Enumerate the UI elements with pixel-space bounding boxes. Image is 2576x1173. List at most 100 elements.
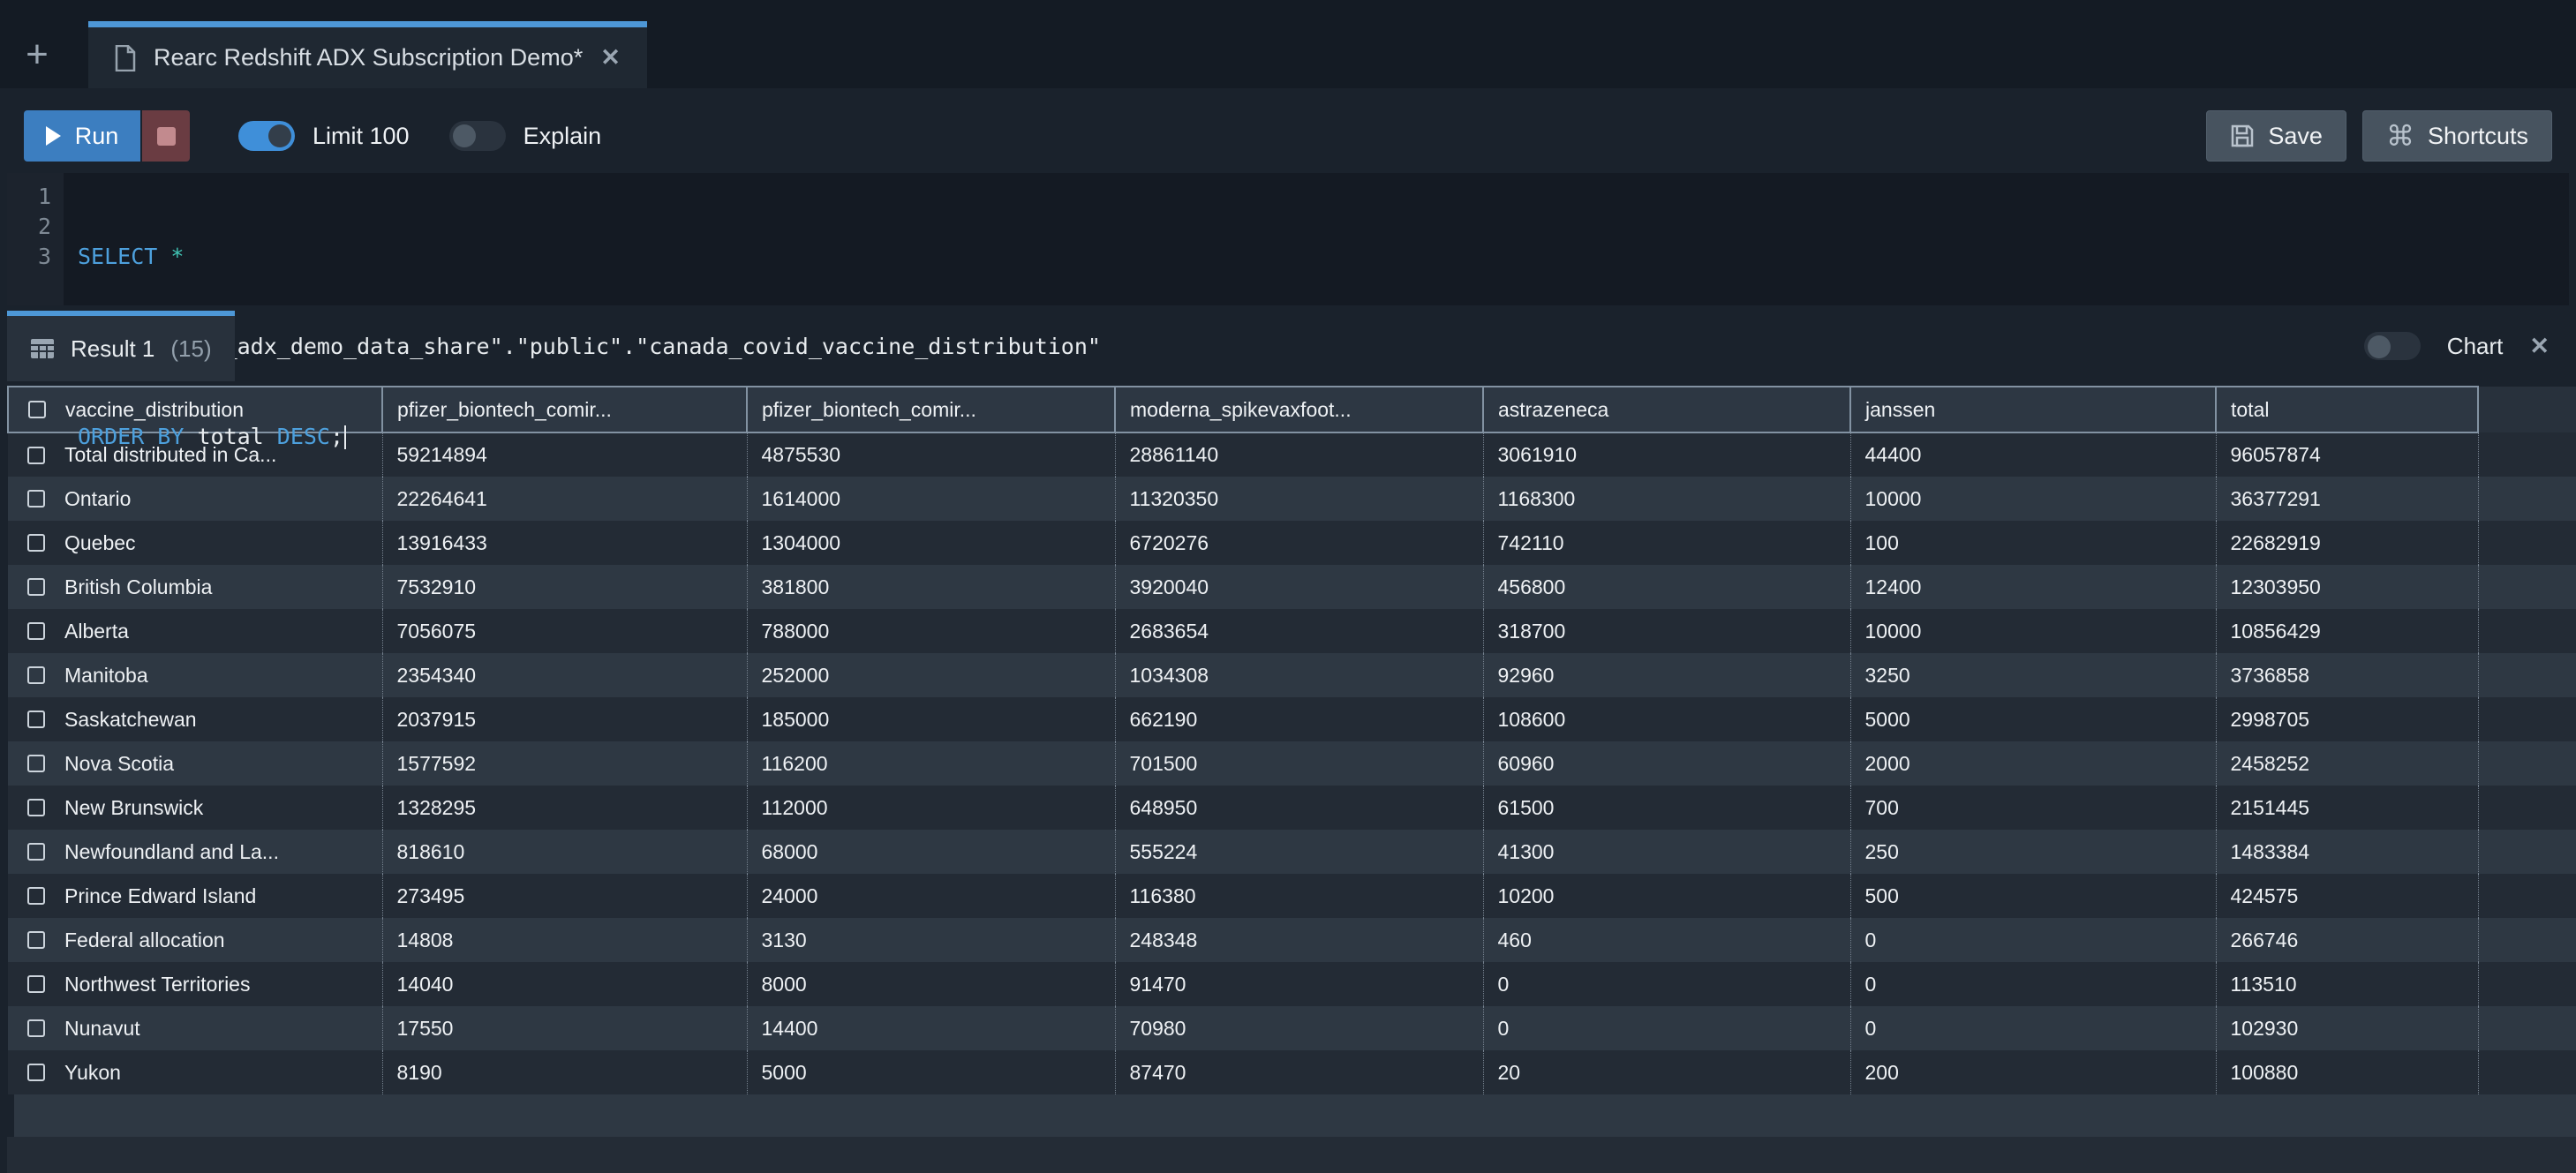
data-cell: 1483384	[2216, 830, 2478, 874]
row-filler	[2478, 1050, 2576, 1094]
data-cell: 2000	[1850, 741, 2216, 786]
chart-toggle[interactable]	[2364, 332, 2421, 360]
data-cell: 100	[1850, 521, 2216, 565]
tab-close-icon[interactable]: ✕	[600, 46, 621, 70]
row-filler	[2478, 697, 2576, 741]
row-filler	[2478, 741, 2576, 786]
sql-code-area[interactable]: SELECT * FROM "rearc_adx_demo_data_share…	[64, 173, 2569, 305]
data-cell: 10856429	[2216, 609, 2478, 653]
data-cell: 2458252	[2216, 741, 2478, 786]
row-name-cell: Saskatchewan	[8, 697, 382, 741]
row-checkbox[interactable]	[27, 843, 45, 861]
text-cursor	[344, 425, 346, 449]
run-button[interactable]: Run	[24, 110, 140, 162]
data-cell: 10000	[1850, 609, 2216, 653]
data-cell: 14808	[382, 918, 747, 962]
data-cell: 3736858	[2216, 653, 2478, 697]
row-checkbox[interactable]	[27, 490, 45, 508]
data-cell: 12303950	[2216, 565, 2478, 609]
row-checkbox[interactable]	[27, 887, 45, 905]
row-name-cell: Alberta	[8, 609, 382, 653]
data-cell: 3130	[747, 918, 1115, 962]
data-cell: 701500	[1115, 741, 1483, 786]
row-checkbox[interactable]	[27, 666, 45, 684]
row-filler	[2478, 521, 2576, 565]
sql-editor[interactable]: 1 2 3 SELECT * FROM "rearc_adx_demo_data…	[7, 173, 2569, 305]
data-cell: 1034308	[1115, 653, 1483, 697]
cell-value: 460	[1498, 929, 1532, 952]
row-name-cell: Newfoundland and La...	[8, 830, 382, 874]
row-name-cell: Yukon	[8, 1050, 382, 1094]
cell-value: 381800	[762, 575, 830, 599]
row-checkbox[interactable]	[27, 447, 45, 464]
shortcuts-label: Shortcuts	[2428, 123, 2528, 150]
cell-value: 61500	[1498, 796, 1555, 820]
cell-value: 318700	[1498, 620, 1566, 643]
cell-value: 12303950	[2231, 575, 2321, 599]
cell-value: 60960	[1498, 752, 1555, 776]
row-checkbox[interactable]	[27, 1019, 45, 1037]
stop-button[interactable]	[142, 110, 190, 162]
column-header-label: janssen	[1865, 398, 1935, 422]
row-checkbox[interactable]	[27, 578, 45, 596]
cell-value: 0	[1865, 973, 1877, 996]
data-cell: 2683654	[1115, 609, 1483, 653]
shortcuts-button[interactable]: ⌘ Shortcuts	[2362, 110, 2552, 162]
code-line: SELECT *	[78, 242, 2569, 272]
cell-value: 68000	[762, 840, 818, 864]
cell-value: 2354340	[397, 664, 477, 688]
cell-value: 91470	[1130, 973, 1186, 996]
table-row: Quebec1391643313040006720276742110100226…	[8, 521, 2576, 565]
results-close-icon[interactable]: ✕	[2529, 335, 2550, 358]
cell-value: 3250	[1865, 664, 1910, 688]
data-cell: 5000	[747, 1050, 1115, 1094]
cell-value: 24000	[762, 884, 818, 908]
row-filler	[2478, 918, 2576, 962]
data-cell: 424575	[2216, 874, 2478, 918]
cell-value: 36377291	[2231, 487, 2321, 511]
data-cell: 788000	[747, 609, 1115, 653]
results-controls: Chart ✕	[2364, 311, 2576, 381]
select-all-checkbox[interactable]	[28, 401, 46, 418]
data-cell: 10200	[1483, 874, 1850, 918]
table-row: Manitoba23543402520001034308929603250373…	[8, 653, 2576, 697]
data-cell: 742110	[1483, 521, 1850, 565]
data-cell: 381800	[747, 565, 1115, 609]
save-button[interactable]: Save	[2206, 110, 2346, 162]
row-checkbox[interactable]	[27, 975, 45, 993]
column-header-label: pfizer_biontech_comir...	[762, 398, 976, 422]
line-number: 2	[7, 212, 51, 242]
cell-value: Prince Edward Island	[64, 884, 256, 908]
row-checkbox[interactable]	[27, 711, 45, 728]
data-cell: 818610	[382, 830, 747, 874]
row-checkbox[interactable]	[27, 534, 45, 552]
explain-toggle[interactable]	[449, 121, 506, 151]
data-cell: 2037915	[382, 697, 747, 741]
sql-keyword: DESC	[277, 424, 330, 449]
cell-value: 1168300	[1498, 487, 1576, 511]
row-checkbox[interactable]	[27, 1064, 45, 1081]
limit-toggle[interactable]	[238, 121, 295, 151]
cell-value: Nova Scotia	[64, 752, 174, 776]
row-checkbox[interactable]	[27, 755, 45, 772]
cell-value: 648950	[1130, 796, 1198, 820]
row-name-cell: Nova Scotia	[8, 741, 382, 786]
data-cell: 70980	[1115, 1006, 1483, 1050]
cell-value: 2151445	[2231, 796, 2310, 820]
cell-value: 3061910	[1498, 443, 1578, 467]
cell-value: 1483384	[2231, 840, 2310, 864]
data-cell: 7532910	[382, 565, 747, 609]
data-cell: 20	[1483, 1050, 1850, 1094]
query-tab[interactable]: Rearc Redshift ADX Subscription Demo* ✕	[88, 21, 647, 88]
column-header-label: vaccine_distribution	[65, 398, 244, 422]
data-cell: 0	[1483, 1006, 1850, 1050]
save-icon	[2230, 124, 2255, 148]
result-tab[interactable]: Result 1 (15)	[7, 311, 235, 381]
table-icon	[30, 338, 55, 359]
row-checkbox[interactable]	[27, 931, 45, 949]
new-tab-button[interactable]: +	[11, 21, 64, 88]
cell-value: 742110	[1498, 531, 1564, 555]
row-checkbox[interactable]	[27, 799, 45, 816]
row-filler	[2478, 830, 2576, 874]
row-checkbox[interactable]	[27, 622, 45, 640]
